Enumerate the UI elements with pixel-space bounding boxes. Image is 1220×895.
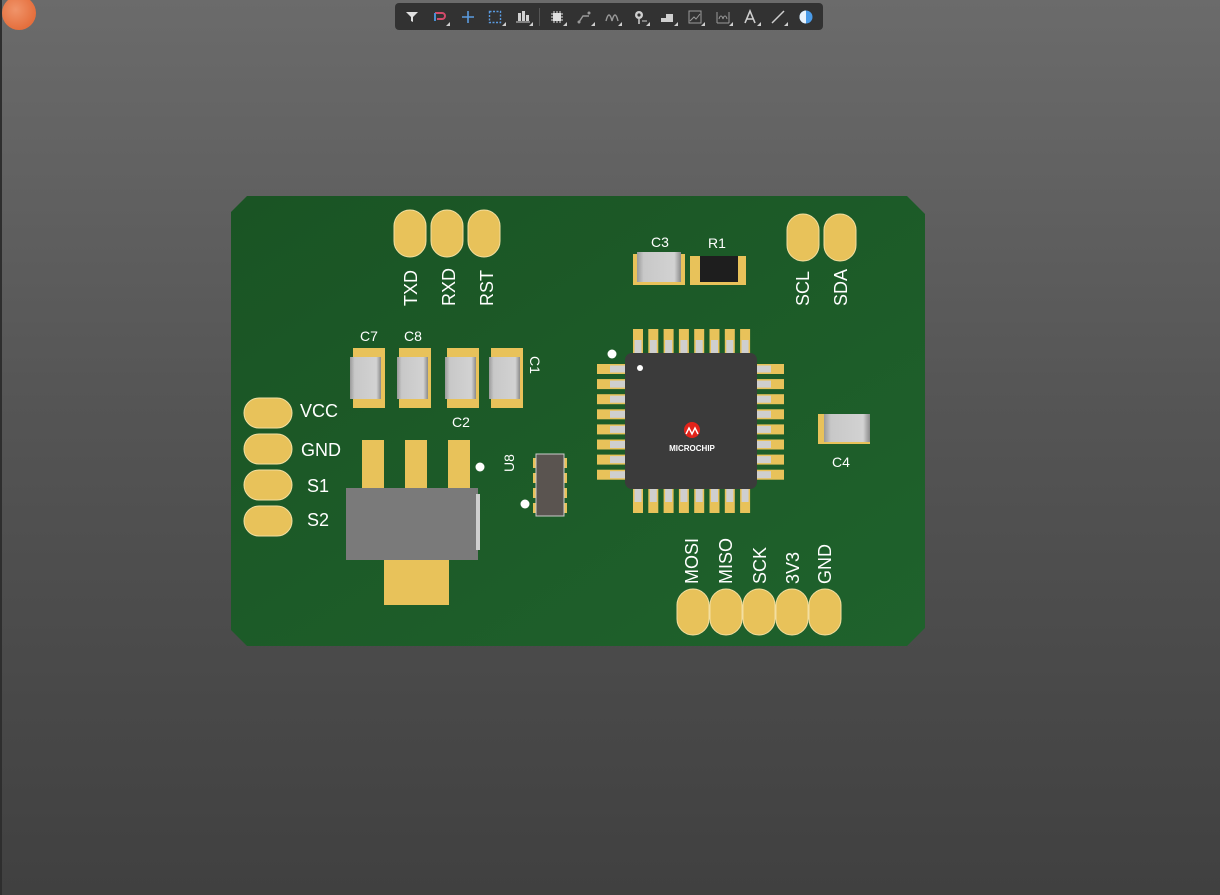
lead xyxy=(756,395,771,403)
label-c3: C3 xyxy=(651,234,669,250)
lead xyxy=(756,441,771,448)
pin-label-vcc: VCC xyxy=(300,401,338,421)
pin-label-mosi: MOSI xyxy=(682,538,702,584)
pin-label-gnd-spi: GND xyxy=(815,544,835,584)
pin-pad xyxy=(786,213,820,262)
pin-pad xyxy=(709,588,743,636)
lead xyxy=(665,340,673,353)
lead xyxy=(610,365,625,373)
microchip-logo-icon xyxy=(684,422,700,438)
pin-label-gnd: GND xyxy=(301,440,341,460)
pin-pad xyxy=(243,397,293,429)
lead xyxy=(649,489,657,502)
pin-label-miso: MISO xyxy=(716,538,736,584)
pin-pad xyxy=(775,588,809,636)
pin-label-rst: RST xyxy=(477,270,497,306)
chip-body xyxy=(625,353,757,489)
pin-label-sck: SCK xyxy=(750,547,770,584)
lead xyxy=(665,489,673,502)
lead xyxy=(634,489,642,502)
pin-label-sda: SDA xyxy=(831,269,851,306)
pcb-3d-view[interactable]: TXD RXD RST SCL SDA C3 R1 C7 C8 C2 C1 VC… xyxy=(0,0,1220,895)
pin-pad xyxy=(467,209,501,258)
lead xyxy=(756,425,771,433)
lead xyxy=(711,340,718,353)
pin-pad xyxy=(243,505,293,537)
label-c1: C1 xyxy=(527,356,543,374)
lead xyxy=(756,471,771,479)
label-c7: C7 xyxy=(360,328,378,344)
lead xyxy=(756,410,771,418)
lead xyxy=(610,441,625,448)
lead xyxy=(741,489,749,502)
chip-pin1-dot xyxy=(637,365,643,371)
lead xyxy=(726,340,734,353)
pin-label-scl: SCL xyxy=(793,271,813,306)
label-u8: U8 xyxy=(501,454,517,472)
lead xyxy=(610,425,625,433)
lead xyxy=(756,456,771,464)
lead xyxy=(756,365,771,373)
lead xyxy=(680,489,688,502)
lead xyxy=(610,471,625,479)
pin-label-s1: S1 xyxy=(307,476,329,496)
pin-pad xyxy=(676,588,710,636)
pin-pad xyxy=(243,469,293,501)
pin-label-3v3: 3V3 xyxy=(783,552,803,584)
pin-label-rxd: RXD xyxy=(439,268,459,306)
lead xyxy=(610,456,625,464)
lead xyxy=(726,489,734,502)
pin-pad xyxy=(430,209,464,258)
pin-label-s2: S2 xyxy=(307,510,329,530)
label-c8: C8 xyxy=(404,328,422,344)
pin-pad xyxy=(823,213,857,262)
lead xyxy=(649,340,657,353)
pin-pad xyxy=(243,433,293,465)
lead xyxy=(711,489,718,502)
chip-brand-text: MICROCHIP xyxy=(669,444,715,453)
pin-pad xyxy=(742,588,776,636)
lead xyxy=(610,395,625,403)
lead xyxy=(756,380,771,388)
lead xyxy=(610,410,625,418)
label-r1: R1 xyxy=(708,235,726,251)
lead xyxy=(634,340,642,353)
pin1-marker xyxy=(607,349,617,359)
label-c2: C2 xyxy=(452,414,470,430)
lead xyxy=(695,340,703,353)
lead xyxy=(680,340,688,353)
lead xyxy=(610,380,625,388)
pin-pad xyxy=(393,209,427,258)
lead xyxy=(741,340,749,353)
lead xyxy=(695,489,703,502)
label-c4: C4 xyxy=(832,454,850,470)
pin-pad xyxy=(808,588,842,636)
pin-label-txd: TXD xyxy=(401,270,421,306)
